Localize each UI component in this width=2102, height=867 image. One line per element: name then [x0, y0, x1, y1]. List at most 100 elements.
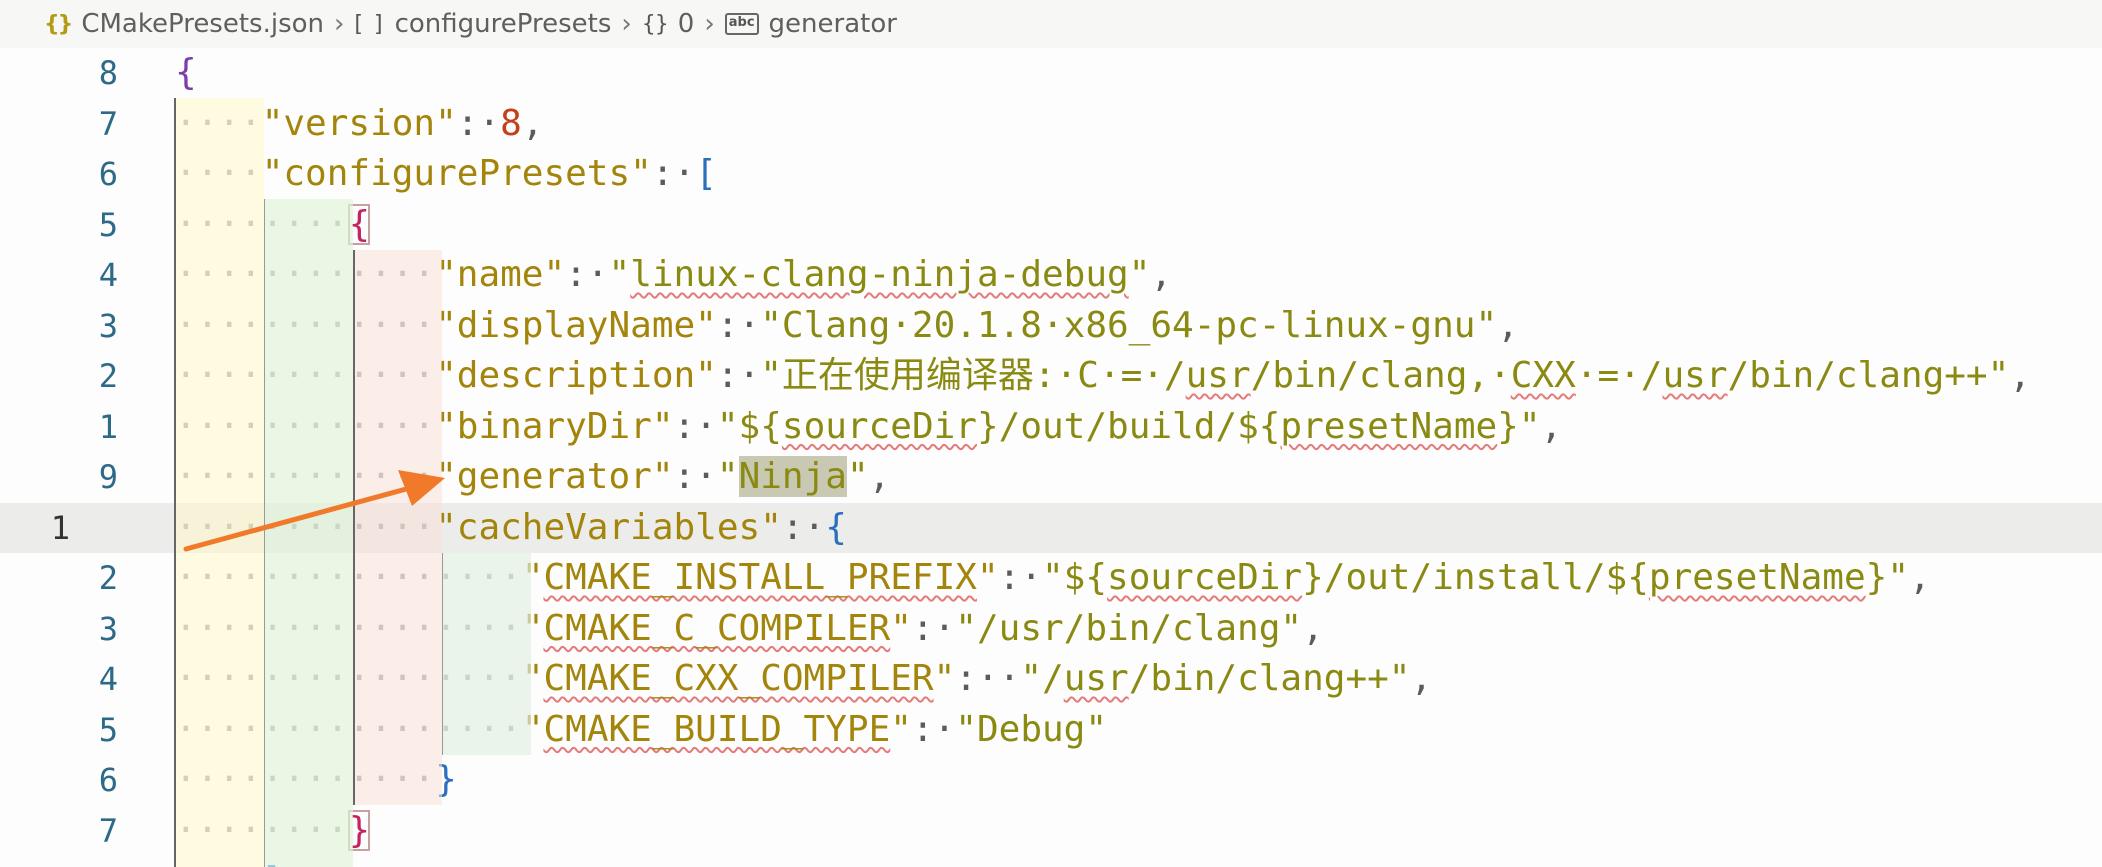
code-token: [ — [695, 153, 717, 194]
line-code: ········{ — [175, 200, 371, 251]
code-token: :·· — [955, 658, 1021, 699]
line-code: ····"configurePresets":·[ — [175, 149, 717, 200]
code-token: , — [1410, 658, 1433, 699]
line-number: 4 — [98, 660, 118, 698]
code-line[interactable]: 3 ············"displayName":·"Clang·20.1.… — [0, 301, 2102, 352]
code-token: "generator" — [435, 456, 674, 497]
code-token: sourceDir — [781, 405, 977, 447]
line-code: ············"name":·"linux-clang-ninja-d… — [175, 250, 1172, 301]
code-token: "/usr/bin/clang" — [955, 607, 1303, 649]
code-token: CMAKE_INSTALL_PREFIX — [543, 557, 977, 598]
code-token: { — [175, 52, 197, 93]
object-icon: {} — [641, 11, 669, 37]
line-code: ················"CMAKE_BUILD_TYPE":·"Deb… — [175, 705, 1107, 756]
whitespace-dots: ············ — [175, 355, 436, 396]
code-token: :· — [565, 254, 609, 295]
code-token: " — [716, 456, 739, 497]
code-token: , — [521, 102, 544, 144]
code-token: "configurePresets" — [261, 153, 652, 194]
code-line-current[interactable]: 1 ············"cacheVariables":·{ — [0, 502, 2102, 553]
code-editor[interactable]: 8····]7········}6············}5·········… — [0, 48, 2102, 867]
code-token: ·=·/ — [1575, 355, 1663, 396]
code-token: }/out/install/${ — [1302, 557, 1649, 598]
code-token: CMAKE_CXX_COMPILER — [543, 658, 934, 699]
code-line[interactable]: 7 ········} — [0, 806, 2102, 857]
code-line[interactable]: 7 ····"version":·8, — [0, 99, 2102, 150]
code-token: usr — [1185, 355, 1251, 396]
code-line[interactable]: 8 ····] — [0, 856, 2102, 867]
code-token: CXX — [1510, 355, 1576, 396]
line-code: ············} — [175, 755, 457, 806]
code-token: " — [890, 708, 912, 750]
code-token: "binaryDir" — [435, 405, 674, 447]
chevron-right-icon: › — [704, 9, 715, 39]
whitespace-dots: ···· — [175, 102, 262, 144]
code-token: /bin/clang++" — [1727, 355, 2010, 396]
code-line[interactable]: 8{ — [0, 48, 2102, 99]
code-token: "Clang·20.1.8·x86_64-pc-linux-gnu" — [760, 304, 1498, 346]
code-token: , — [1909, 557, 1931, 598]
code-token: :· — [673, 405, 717, 447]
code-token: " — [521, 557, 544, 598]
code-token: " — [521, 658, 544, 699]
code-token: , — [2009, 355, 2031, 396]
code-token: "正在使用编译器:·C·=·/ — [760, 355, 1186, 396]
breadcrumb-item-file[interactable]: {} CMakePresets.json — [44, 9, 324, 39]
code-line[interactable]: 2 ············"description":·"正在使用编译器:·C·… — [0, 351, 2102, 402]
code-token: { — [825, 506, 847, 548]
breadcrumb-label: 0 — [677, 9, 695, 39]
code-token: "name" — [435, 254, 566, 295]
code-token: "description" — [435, 355, 717, 396]
code-token: ] — [262, 860, 284, 867]
line-number: 5 — [98, 710, 118, 749]
code-token: :· — [673, 456, 717, 497]
code-line[interactable]: 5 ················"CMAKE_BUILD_TYPE":·"De… — [0, 705, 2102, 756]
code-token: }" — [1497, 405, 1541, 447]
code-token: }/out/build/${ — [976, 405, 1281, 447]
whitespace-dots: ············ — [175, 759, 436, 800]
whitespace-dots: ············ — [175, 304, 436, 346]
code-line[interactable]: 5 ········{ — [0, 200, 2102, 251]
line-code: ············"description":·"正在使用编译器:·C·=… — [175, 351, 2031, 402]
code-line[interactable]: 6 ····"configurePresets":·[ — [0, 149, 2102, 200]
breadcrumb-item-generator[interactable]: abc generator — [724, 9, 897, 39]
line-number: 1 — [50, 508, 70, 547]
code-token: "/ — [1020, 658, 1064, 699]
code-token: "cacheVariables" — [435, 506, 782, 548]
code-token: , — [1497, 304, 1519, 346]
code-token: :· — [456, 102, 501, 144]
breadcrumb-label: generator — [768, 9, 897, 39]
code-line[interactable]: 4 ················"CMAKE_CXX_COMPILER":··… — [0, 654, 2102, 705]
code-line[interactable]: 6 ············} — [0, 755, 2102, 806]
code-line[interactable]: 4 ············"name":·"linux-clang-ninja-… — [0, 250, 2102, 301]
code-line[interactable]: 9 ············"generator":·"Ninja", — [0, 452, 2102, 503]
line-code: ················"CMAKE_CXX_COMPILER":··"… — [175, 654, 1432, 705]
code-token: linux-clang-ninja-debug — [630, 254, 1129, 295]
string-icon: abc — [724, 13, 759, 35]
line-number: 5 — [98, 205, 118, 244]
line-code: ····"version":·8, — [175, 99, 544, 150]
line-code: ········} — [175, 806, 371, 857]
code-line[interactable]: 1 ············"binaryDir":·"${sourceDir}/… — [0, 402, 2102, 453]
code-line[interactable]: 2 ················"CMAKE_INSTALL_PREFIX":… — [0, 553, 2102, 604]
code-token: Ninja — [738, 456, 847, 497]
line-code: ············"binaryDir":·"${sourceDir}/o… — [175, 402, 1562, 453]
vscode-editor-screenshot: {} CMakePresets.json › [ ] configurePres… — [0, 0, 2102, 867]
breadcrumb-item-configure-presets[interactable]: [ ] configurePresets — [354, 9, 611, 39]
code-token: /bin/clang++" — [1128, 658, 1411, 699]
code-line[interactable]: 3 ················"CMAKE_C_COMPILER":·"/u… — [0, 604, 2102, 655]
code-token: :· — [716, 304, 761, 346]
line-number: 8 — [98, 54, 118, 92]
breadcrumb-label: configurePresets — [394, 9, 612, 39]
json-file-icon: {} — [44, 11, 73, 37]
code-token: { — [348, 203, 371, 245]
code-token: } — [348, 809, 371, 851]
line-code: { — [175, 48, 197, 99]
line-number: 1 — [98, 407, 118, 446]
line-number: 9 — [98, 458, 118, 496]
code-token: "${ — [1042, 557, 1108, 598]
code-token: CMAKE_BUILD_TYPE — [543, 708, 891, 750]
whitespace-dots: ················ — [175, 557, 522, 598]
breadcrumb-item-index-0[interactable]: {} 0 — [642, 9, 695, 39]
line-code: ················"CMAKE_C_COMPILER":·"/us… — [175, 604, 1324, 655]
